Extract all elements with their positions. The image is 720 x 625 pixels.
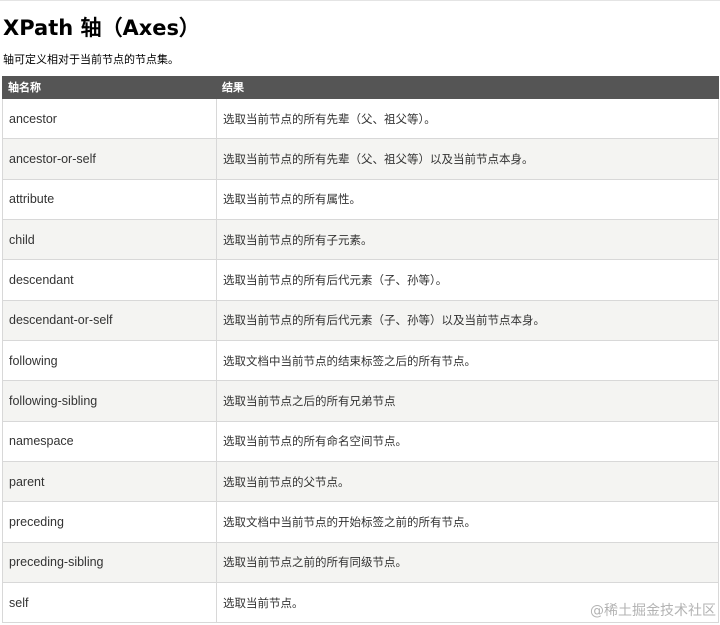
axis-name-cell: namespace [2,420,217,463]
column-header-result: 结果 [216,76,719,99]
table-row: descendant 选取当前节点的所有后代元素（子、孙等）。 [2,259,719,301]
axis-name-cell: ancestor [2,97,217,140]
axis-name-cell: following [2,340,217,382]
axis-name-cell: preceding-sibling [2,541,217,584]
axis-name-cell: ancestor-or-self [2,138,217,180]
result-cell: 选取当前节点之前的所有同级节点。 [216,541,719,584]
table-row: ancestor-or-self 选取当前节点的所有先辈（父、祖父等）以及当前节点… [2,138,719,180]
table-row: descendant-or-self 选取当前节点的所有后代元素（子、孙等）以及当… [2,299,719,342]
result-cell: 选取当前节点的所有后代元素（子、孙等）。 [216,259,719,301]
result-cell: 选取当前节点的所有先辈（父、祖父等）。 [216,97,719,140]
result-cell: 选取当前节点的所有命名空间节点。 [216,420,719,463]
intro-text: 轴可定义相对于当前节点的节点集。 [3,53,179,66]
axis-name-cell: child [2,219,217,261]
table-row: namespace 选取当前节点的所有命名空间节点。 [2,420,719,463]
result-cell: 选取当前节点的父节点。 [216,461,719,503]
table-row: following 选取文档中当前节点的结束标签之后的所有节点。 [2,340,719,382]
axis-name-cell: descendant [2,259,217,301]
result-cell: 选取当前节点的所有属性。 [216,178,719,221]
result-cell: 选取当前节点的所有子元素。 [216,219,719,261]
table-header-row: 轴名称 结果 [2,76,719,99]
axis-name-cell: self [2,582,217,624]
table-row: preceding 选取文档中当前节点的开始标签之前的所有节点。 [2,501,719,543]
watermark: @稀土掘金技术社区 [590,603,716,619]
result-cell: 选取文档中当前节点的开始标签之前的所有节点。 [216,501,719,543]
axis-name-cell: descendant-or-self [2,299,217,342]
table-row: parent 选取当前节点的父节点。 [2,461,719,503]
table-row: ancestor 选取当前节点的所有先辈（父、祖父等）。 [2,97,719,140]
result-cell: 选取当前节点之后的所有兄弟节点 [216,380,719,422]
axis-name-cell: attribute [2,178,217,221]
result-cell: 选取文档中当前节点的结束标签之后的所有节点。 [216,340,719,382]
axes-table: 轴名称 结果 ancestor 选取当前节点的所有先辈（父、祖父等）。 ances… [2,76,719,624]
table-row: attribute 选取当前节点的所有属性。 [2,178,719,221]
table-row: child 选取当前节点的所有子元素。 [2,219,719,261]
column-header-axis-name: 轴名称 [2,76,217,99]
page-title: XPath 轴（Axes） [3,16,201,40]
table-row: preceding-sibling 选取当前节点之前的所有同级节点。 [2,541,719,584]
result-cell: 选取当前节点的所有先辈（父、祖父等）以及当前节点本身。 [216,138,719,180]
top-divider [0,0,720,1]
table-row: following-sibling 选取当前节点之后的所有兄弟节点 [2,380,719,422]
result-cell: 选取当前节点的所有后代元素（子、孙等）以及当前节点本身。 [216,299,719,342]
axis-name-cell: preceding [2,501,217,543]
axis-name-cell: following-sibling [2,380,217,422]
axis-name-cell: parent [2,461,217,503]
